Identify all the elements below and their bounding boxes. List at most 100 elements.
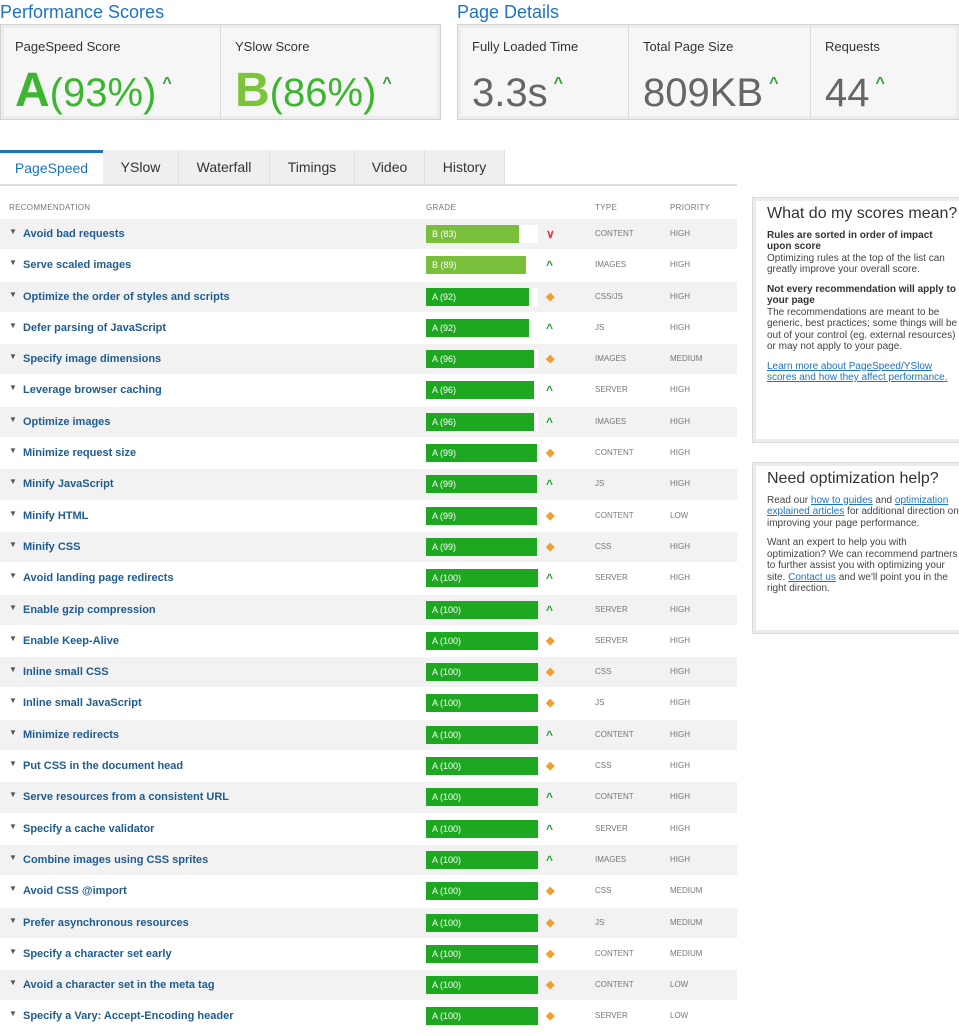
- grade-bar: A (100): [426, 819, 538, 838]
- triangle-down-icon[interactable]: ▼: [9, 634, 17, 643]
- table-row[interactable]: ▼ Serve resources from a consistent URL A …: [0, 782, 737, 814]
- grade-label: A (100): [432, 635, 462, 646]
- triangle-down-icon[interactable]: ▼: [9, 446, 17, 455]
- recommendation-name[interactable]: Optimize the order of styles and scripts: [23, 282, 230, 312]
- tab-yslow[interactable]: YSlow: [103, 150, 179, 184]
- grade-label: A (96): [432, 416, 457, 427]
- triangle-down-icon[interactable]: ▼: [9, 571, 17, 580]
- triangle-down-icon[interactable]: ▼: [9, 290, 17, 299]
- triangle-down-icon[interactable]: ▼: [9, 603, 17, 612]
- triangle-down-icon[interactable]: ▼: [9, 978, 17, 987]
- recommendation-name[interactable]: Serve resources from a consistent URL: [23, 782, 229, 812]
- table-row[interactable]: ▼ Minimize redirects A (100) ^ CONTENT HIGH: [0, 719, 737, 752]
- table-row[interactable]: ▼ Combine images using CSS sprites A (100)…: [0, 844, 737, 877]
- triangle-down-icon[interactable]: ▼: [9, 853, 17, 862]
- triangle-down-icon[interactable]: ▼: [9, 696, 17, 705]
- triangle-down-icon[interactable]: ▼: [9, 665, 17, 674]
- triangle-down-icon[interactable]: ▼: [9, 415, 17, 424]
- recommendation-name[interactable]: Minimize request size: [23, 438, 136, 468]
- triangle-down-icon[interactable]: ▼: [9, 916, 17, 925]
- recommendation-name[interactable]: Minify HTML: [23, 501, 88, 531]
- priority-cell: HIGH: [670, 385, 690, 395]
- recommendation-name[interactable]: Specify a cache validator: [23, 814, 154, 844]
- table-row[interactable]: ▼ Avoid CSS @import A (100) ◆ CSS MEDIUM: [0, 876, 737, 908]
- tab-history[interactable]: History: [425, 150, 505, 184]
- recommendation-name[interactable]: Put CSS in the document head: [23, 751, 183, 781]
- requests-card: Requests 44 ^: [810, 25, 958, 119]
- recommendation-name[interactable]: Enable gzip compression: [23, 595, 156, 625]
- table-row[interactable]: ▼ Minimize request size A (99) ◆ CONTENT HIGH: [0, 438, 737, 470]
- recommendation-name[interactable]: Combine images using CSS sprites: [23, 845, 208, 875]
- triangle-down-icon[interactable]: ▼: [9, 383, 17, 392]
- recommendation-name[interactable]: Specify a character set early: [23, 939, 172, 969]
- table-row[interactable]: ▼ Serve scaled images B (89) ^ IMAGES HIGH: [0, 250, 737, 282]
- how-to-guides-link[interactable]: how to guides: [811, 495, 873, 506]
- recommendation-name[interactable]: Defer parsing of JavaScript: [23, 313, 166, 343]
- recommendation-name[interactable]: Avoid landing page redirects: [23, 563, 174, 593]
- triangle-down-icon[interactable]: ▼: [9, 790, 17, 799]
- grade-bar-fill: A (100): [426, 850, 538, 869]
- learn-more-link[interactable]: Learn more about PageSpeed/YSlow scores …: [767, 361, 959, 384]
- table-row[interactable]: ▼ Optimize images A (96) ^ IMAGES HIGH: [0, 406, 737, 439]
- triangle-down-icon[interactable]: ▼: [9, 728, 17, 737]
- recommendation-name[interactable]: Avoid a character set in the meta tag: [23, 970, 215, 1000]
- recommendation-name[interactable]: Optimize images: [23, 407, 110, 437]
- triangle-down-icon[interactable]: ▼: [9, 947, 17, 956]
- recommendation-name[interactable]: Avoid CSS @import: [23, 876, 127, 906]
- recommendation-name[interactable]: Leverage browser caching: [23, 375, 162, 405]
- type-cell: SERVER: [595, 823, 628, 833]
- table-row[interactable]: ▼ Specify a character set early A (100) ◆ CO…: [0, 939, 737, 971]
- triangle-down-icon[interactable]: ▼: [9, 477, 17, 486]
- triangle-down-icon[interactable]: ▼: [9, 540, 17, 549]
- triangle-down-icon[interactable]: ▼: [9, 258, 17, 267]
- tab-pagespeed[interactable]: PageSpeed: [0, 150, 103, 184]
- table-row[interactable]: ▼ Defer parsing of JavaScript A (92) ^ JS HIG…: [0, 313, 737, 345]
- recommendation-name[interactable]: Enable Keep-Alive: [23, 626, 119, 656]
- type-cell: SERVER: [595, 635, 628, 645]
- grade-bar: A (100): [426, 882, 538, 901]
- recommendation-name[interactable]: Inline small JavaScript: [23, 688, 142, 718]
- contact-us-link[interactable]: Contact us: [788, 572, 836, 583]
- table-row[interactable]: ▼ Avoid a character set in the meta tag A …: [0, 970, 737, 1002]
- table-row[interactable]: ▼ Leverage browser caching A (96) ^ SERVER HI…: [0, 375, 737, 407]
- recommendation-name[interactable]: Inline small CSS: [23, 657, 109, 687]
- table-row[interactable]: ▼ Enable gzip compression A (100) ^ SERVER HI…: [0, 594, 737, 626]
- table-row[interactable]: ▼ Inline small JavaScript A (100) ◆ JS HIGH: [0, 688, 737, 720]
- table-row[interactable]: ▼ Specify a Vary: Accept-Encoding header A…: [0, 1001, 737, 1033]
- triangle-down-icon[interactable]: ▼: [9, 822, 17, 831]
- up-caret-icon: ^: [546, 727, 554, 742]
- triangle-down-icon[interactable]: ▼: [9, 321, 17, 330]
- triangle-down-icon[interactable]: ▼: [9, 1009, 17, 1018]
- tab-timings[interactable]: Timings: [270, 150, 355, 184]
- recommendation-name[interactable]: Minify JavaScript: [23, 469, 113, 499]
- tab-waterfall[interactable]: Waterfall: [179, 150, 270, 184]
- table-row[interactable]: ▼ Put CSS in the document head A (100) ◆ CSS…: [0, 751, 737, 783]
- recommendation-name[interactable]: Minify CSS: [23, 532, 80, 562]
- recommendation-name[interactable]: Prefer asynchronous resources: [23, 908, 189, 938]
- recommendation-name[interactable]: Avoid bad requests: [23, 219, 125, 249]
- table-row[interactable]: ▼ Specify image dimensions A (96) ◆ IMAGES ME…: [0, 344, 737, 376]
- recommendation-name[interactable]: Minimize redirects: [23, 720, 119, 750]
- recommendation-name[interactable]: Specify image dimensions: [23, 344, 161, 374]
- table-row[interactable]: ▼ Optimize the order of styles and script…: [0, 281, 737, 313]
- tab-video[interactable]: Video: [355, 150, 425, 184]
- grade-label: B (89): [432, 260, 457, 271]
- grade-bar-fill: A (99): [426, 506, 537, 525]
- triangle-down-icon[interactable]: ▼: [9, 759, 17, 768]
- table-row[interactable]: ▼ Inline small CSS A (100) ◆ CSS HIGH: [0, 657, 737, 689]
- recommendation-name[interactable]: Specify a Vary: Accept-Encoding header: [23, 1001, 234, 1031]
- triangle-down-icon[interactable]: ▼: [9, 509, 17, 518]
- table-row[interactable]: ▼ Enable Keep-Alive A (100) ◆ SERVER HIGH: [0, 626, 737, 658]
- table-row[interactable]: ▼ Specify a cache validator A (100) ^ SERVER…: [0, 814, 737, 845]
- table-row[interactable]: ▼ Avoid landing page redirects A (100) ^ SER…: [0, 563, 737, 595]
- table-row[interactable]: ▼ Minify HTML A (99) ◆ CONTENT LOW: [0, 501, 737, 532]
- triangle-down-icon[interactable]: ▼: [9, 227, 17, 236]
- grade-bar-fill: A (100): [426, 569, 538, 588]
- triangle-down-icon[interactable]: ▼: [9, 352, 17, 361]
- table-row[interactable]: ▼ Avoid bad requests B (83) ∨ CONTENT HIGH: [0, 219, 737, 251]
- table-row[interactable]: ▼ Minify CSS A (99) ◆ CSS HIGH: [0, 531, 737, 564]
- table-row[interactable]: ▼ Prefer asynchronous resources A (100) ◆ JS…: [0, 907, 737, 939]
- table-row[interactable]: ▼ Minify JavaScript A (99) ^ JS HIGH: [0, 469, 737, 501]
- triangle-down-icon[interactable]: ▼: [9, 884, 17, 893]
- recommendation-name[interactable]: Serve scaled images: [23, 250, 131, 280]
